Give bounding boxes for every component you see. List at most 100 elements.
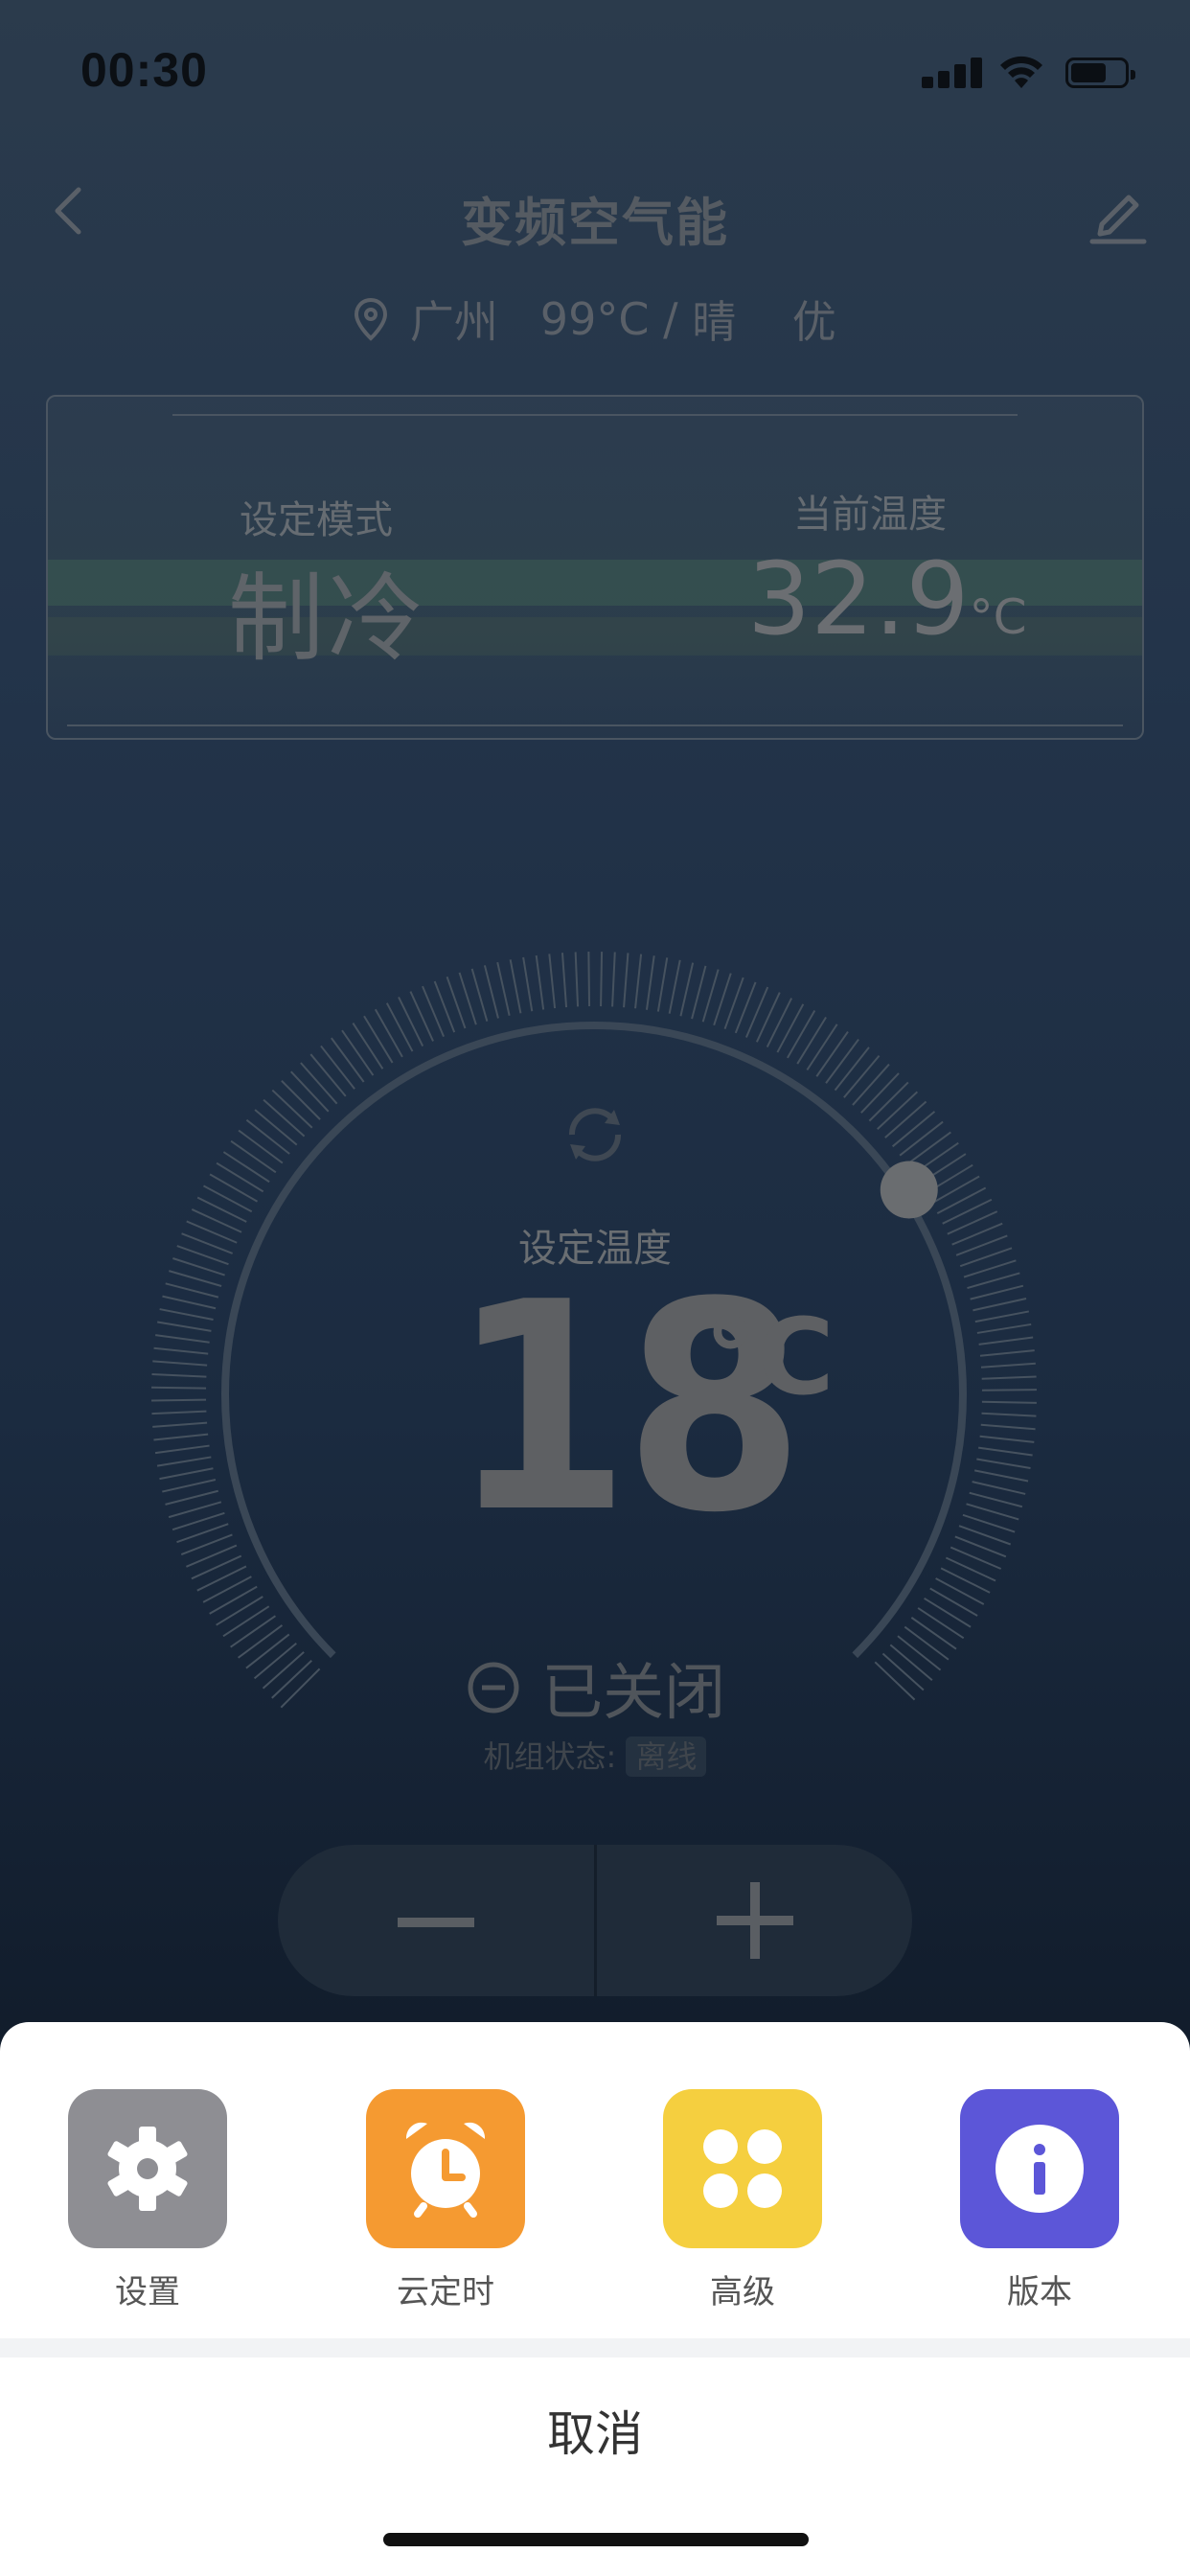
dial-tick — [300, 1062, 338, 1105]
dial-tick — [905, 1131, 951, 1166]
dial-tick — [159, 1467, 214, 1481]
battery-icon — [1065, 58, 1135, 88]
dial-tick — [548, 954, 557, 1009]
dial-tick — [645, 955, 655, 1010]
dial-tick — [936, 1186, 987, 1214]
dial-tick — [320, 1045, 355, 1090]
dial-tick — [154, 1444, 210, 1455]
menu-item-settings[interactable]: 设置 — [52, 2089, 243, 2312]
dial-tick — [744, 986, 769, 1038]
dial-tick — [509, 959, 522, 1014]
dial-tick — [935, 1577, 985, 1605]
dial-tick — [979, 1435, 1035, 1443]
dial-tick — [978, 1446, 1033, 1457]
dial-tick — [151, 1373, 207, 1378]
dial-tick — [196, 1565, 247, 1592]
home-indicator[interactable] — [383, 2533, 809, 2546]
status-time: 00:30 — [80, 43, 208, 97]
cancel-button[interactable]: 取消 — [0, 2358, 1190, 2511]
dial-tick — [374, 1008, 403, 1058]
dial-tick — [155, 1334, 210, 1344]
action-sheet: 设置 云定时 高级 版本 取消 — [0, 2022, 1190, 2576]
dial-tick — [691, 965, 707, 1020]
dial-tick — [151, 1398, 207, 1402]
dial-tick — [153, 1346, 209, 1355]
sheet-separator — [0, 2338, 1190, 2358]
current-temp-unit: °C — [969, 589, 1027, 645]
dial-tick — [825, 1038, 859, 1084]
refresh-icon[interactable] — [561, 1100, 629, 1169]
dial-tick — [969, 1491, 1023, 1508]
dial-tick — [884, 1100, 927, 1138]
unit-state-value: 离线 — [626, 1736, 707, 1777]
dial-tick — [981, 1412, 1037, 1417]
dial-tick — [973, 1298, 1027, 1312]
unit-state-label: 机组状态: — [483, 1738, 617, 1775]
status-bar: 00:30 — [0, 0, 1190, 144]
menu-item-label: 设置 — [115, 2273, 180, 2312]
dial-tick — [151, 1410, 207, 1415]
dial-tick — [290, 1070, 330, 1113]
dial-tick — [202, 1184, 253, 1213]
dial-tick — [216, 1596, 263, 1626]
current-temp-value: 32.9°C — [747, 540, 1026, 657]
dial-tick — [981, 1389, 1037, 1392]
dial-tick — [940, 1567, 991, 1594]
dial-tick — [165, 1282, 219, 1299]
dial-tick — [157, 1321, 212, 1332]
menu-item-label: 高级 — [710, 2273, 775, 2312]
edit-icon[interactable] — [1085, 180, 1152, 247]
dial-tick — [263, 1098, 306, 1138]
dial-tick — [483, 965, 499, 1019]
dial-tick — [409, 991, 434, 1042]
dial-tick — [186, 1544, 238, 1568]
dial-tick — [561, 953, 568, 1008]
dial-tick — [496, 961, 511, 1016]
dial-tick — [843, 1054, 881, 1098]
dial-tick — [815, 1030, 849, 1077]
dial-tick — [216, 1162, 264, 1193]
weather-separator: / — [663, 293, 678, 345]
menu-item-version[interactable]: 版本 — [944, 2089, 1135, 2312]
mode-label: 设定模式 — [240, 498, 393, 542]
dial-tick — [899, 1120, 944, 1157]
weather-city: 广州 — [409, 296, 498, 348]
dial-tick — [331, 1037, 365, 1083]
location-pin-icon — [355, 297, 388, 341]
dial-tick — [159, 1308, 214, 1322]
dial-tick — [385, 1002, 414, 1052]
alarm-clock-icon — [366, 2089, 525, 2248]
dial-tick — [611, 952, 616, 1007]
dial-tick — [341, 1029, 375, 1076]
dial-tick — [976, 1458, 1031, 1470]
dial-tick — [162, 1479, 217, 1493]
dial-tick — [574, 952, 580, 1007]
action-menu: 设置 云定时 高级 版本 — [0, 2022, 1190, 2338]
dial-tick — [974, 1310, 1030, 1323]
dial-tick — [972, 1481, 1026, 1495]
current-temp-number: 32.9 — [747, 540, 970, 657]
menu-item-advanced[interactable]: 高级 — [647, 2089, 838, 2312]
menu-item-cloud-timer[interactable]: 云定时 — [350, 2089, 541, 2312]
power-status[interactable]: 已关闭 — [0, 1644, 1190, 1732]
weather-temp: 99°C — [539, 293, 650, 345]
dial-tick — [981, 1400, 1037, 1404]
dial-tick — [363, 1015, 394, 1064]
increase-temp-button[interactable] — [597, 1845, 912, 1996]
dial-tick — [152, 1360, 208, 1367]
dial-tick — [787, 1009, 816, 1059]
dial-tick — [238, 1129, 284, 1164]
dial-tick — [806, 1024, 838, 1071]
dial-tick — [981, 1375, 1037, 1380]
info-card: 设定模式 制冷 当前温度 32.9°C — [46, 395, 1144, 740]
temp-stepper — [278, 1845, 912, 1996]
set-temp-unit: °C — [704, 1296, 835, 1418]
dial-tick — [931, 1175, 980, 1205]
dial-tick — [917, 1607, 965, 1640]
dial-tick — [852, 1063, 890, 1106]
decrease-temp-button[interactable] — [278, 1845, 594, 1996]
dial-tick — [945, 1556, 996, 1582]
dial-knob[interactable] — [880, 1161, 938, 1219]
dial-tick — [668, 959, 681, 1014]
grid-icon — [663, 2089, 822, 2248]
